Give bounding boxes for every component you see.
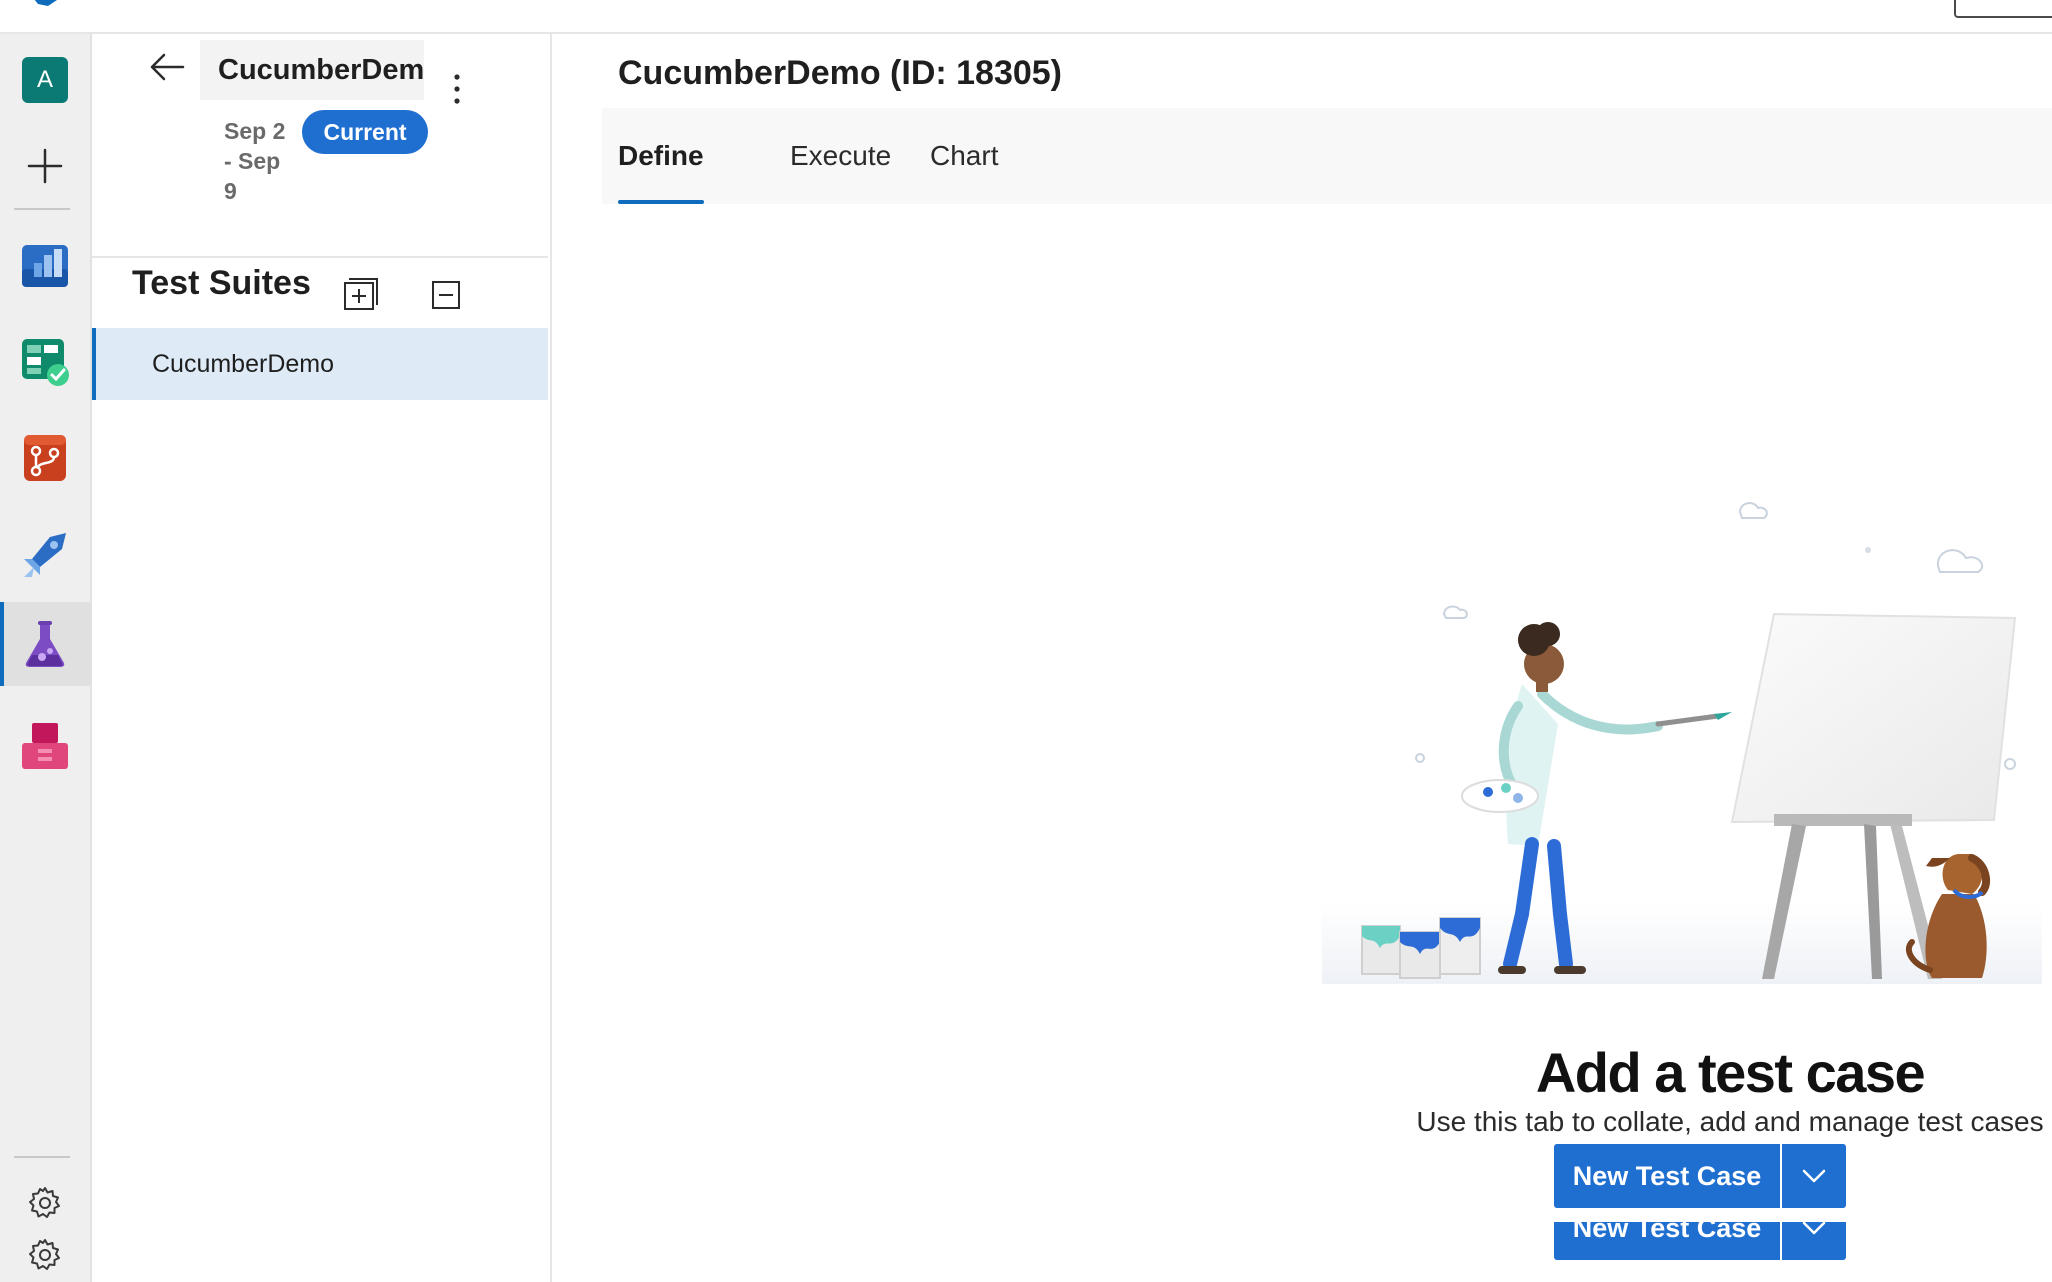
rail-item-pipelines[interactable] [0,512,90,596]
azure-devops-logo-icon[interactable] [28,0,62,6]
rail-item-artifacts[interactable] [0,704,90,788]
repos-icon [24,435,66,481]
add-button[interactable] [0,124,90,208]
plan-name: CucumberDemo [218,53,424,86]
avatar: A [22,57,68,103]
iteration-dates: Sep 2 - Sep 9 [224,118,286,204]
gear-icon [29,1187,60,1218]
test-plans-icon [25,621,65,667]
chevron-down-icon [1802,1169,1826,1183]
overview-icon [22,245,68,287]
more-options-button[interactable] [442,64,472,114]
chevron-down-icon [1802,1222,1826,1235]
top-right-control[interactable] [1954,0,2052,18]
new-test-case-button[interactable]: New Test Case [1554,1144,1780,1208]
page-title: CucumberDemo (ID: 18305) [618,54,1063,92]
new-test-case-split-button: New Test Case [1554,1144,1846,1208]
top-bar [0,0,2052,34]
plus-icon [27,148,63,184]
artifacts-icon [22,723,68,769]
rail-divider [14,208,70,210]
rail-item-overview[interactable] [0,224,90,308]
tab-bar: Define Execute Chart [602,108,2052,204]
plan-name-dropdown[interactable]: CucumberDemo [200,40,424,100]
empty-state-title: Add a test case [1535,1041,1926,1104]
tab-execute[interactable]: Execute [790,108,891,204]
expand-square-icon [344,278,378,310]
rail-divider-bottom [14,1156,70,1158]
suite-item-cucumberdemo[interactable]: CucumberDemo [92,328,548,400]
boards-icon [22,339,69,386]
new-test-case-split-button-duplicate: New Test Case [1554,1222,1846,1260]
collapse-square-icon [432,281,460,309]
new-test-case-options-button-duplicate[interactable] [1782,1222,1846,1260]
suite-label: CucumberDemo [152,349,335,378]
new-test-case-button-duplicate[interactable]: New Test Case [1554,1222,1780,1260]
user-settings-button[interactable] [0,1228,90,1282]
project-avatar-button[interactable]: A [0,38,90,122]
rail-item-repos[interactable] [0,416,90,500]
expand-all-button[interactable] [342,276,378,312]
test-plan-sidebar: CucumberDemo Sep 2 - Sep 9 Current Test … [92,34,552,1282]
tab-define[interactable]: Define [618,108,704,204]
main-content: CucumberDemo (ID: 18305) Define Execute … [552,34,2052,1282]
tab-chart[interactable]: Chart [930,108,998,204]
left-nav-rail: A [0,34,92,1282]
status-badge: Current [302,110,428,154]
project-settings-button[interactable] [0,1174,90,1232]
arrow-left-icon [150,53,185,81]
more-vertical-icon [454,74,460,104]
rail-item-test-plans[interactable] [0,602,90,686]
rail-item-boards[interactable] [0,320,90,404]
gear-icon [29,1239,60,1270]
empty-state-subtitle: Use this tab to collate, add and manage … [1416,1106,2044,1137]
back-button[interactable] [144,44,190,90]
test-suites-heading: Test Suites [132,264,311,302]
collapse-all-button[interactable] [428,276,464,312]
empty-state-illustration [1322,502,2042,984]
new-test-case-options-button[interactable] [1782,1144,1846,1208]
sidebar-divider [92,256,548,258]
pipelines-icon [24,533,66,577]
